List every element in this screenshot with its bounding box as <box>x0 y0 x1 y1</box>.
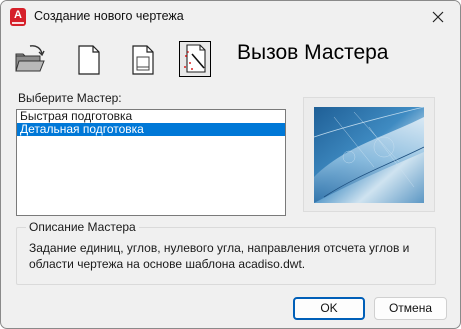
cancel-button[interactable]: Отмена <box>374 297 447 320</box>
window-title: Создание нового чертежа <box>34 9 184 23</box>
app-icon-letter: A <box>14 9 22 21</box>
template-page-icon <box>132 45 154 75</box>
create-new-drawing-dialog: A Создание нового чертежа Вызов Мастера … <box>0 0 461 329</box>
ok-button[interactable]: OK <box>293 297 365 320</box>
open-drawing-button[interactable] <box>13 42 45 78</box>
section-title: Вызов Мастера <box>237 41 389 64</box>
start-from-scratch-button[interactable] <box>73 42 105 78</box>
close-icon <box>432 11 444 23</box>
wizard-list-item-advanced[interactable]: Детальная подготовка <box>17 123 285 136</box>
close-button[interactable] <box>416 1 460 33</box>
preview-panel <box>303 97 435 212</box>
description-text: Задание единиц, углов, нулевого угла, на… <box>29 241 410 271</box>
description-legend: Описание Мастера <box>26 220 139 234</box>
wizard-listbox[interactable]: Быстрая подготовка Детальная подготовка <box>16 109 286 216</box>
wizard-list-label: Выберите Мастер: <box>18 91 122 105</box>
autocad-app-icon: A <box>10 8 26 26</box>
use-wizard-button[interactable] <box>179 41 211 77</box>
folder-open-icon <box>15 45 45 72</box>
blueprint-preview-image <box>314 106 424 203</box>
wizard-page-icon <box>184 44 206 73</box>
description-groupbox: Описание Мастера Задание единиц, углов, … <box>16 220 436 285</box>
title-bar: A Создание нового чертежа <box>1 1 460 33</box>
use-template-button[interactable] <box>127 42 159 78</box>
blank-page-icon <box>78 45 100 75</box>
